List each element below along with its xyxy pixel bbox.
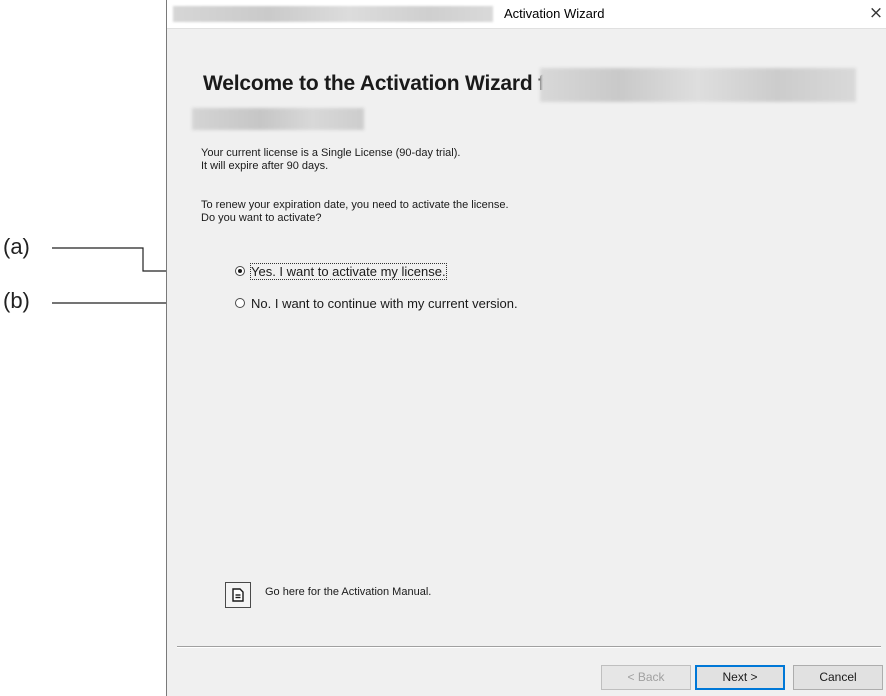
next-button[interactable]: Next > xyxy=(695,665,785,690)
close-icon[interactable]: × xyxy=(865,2,886,24)
renew-line-2: Do you want to activate? xyxy=(201,212,322,224)
option-activate-label[interactable]: Yes. I want to activate my license. xyxy=(250,262,447,280)
option-activate[interactable]: Yes. I want to activate my license. xyxy=(235,262,447,280)
back-button[interactable]: < Back xyxy=(601,665,691,690)
document-icon[interactable] xyxy=(225,582,251,608)
license-line-2: It will expire after 90 days. xyxy=(201,160,329,172)
radio-continue[interactable] xyxy=(235,298,245,308)
title-redacted xyxy=(173,6,493,22)
renew-line-1: To renew your expiration date, you need … xyxy=(201,199,509,211)
heading-product-redacted-2 xyxy=(192,108,364,130)
window-title: Activation Wizard xyxy=(504,6,605,21)
license-info: Your current license is a Single License… xyxy=(201,147,460,173)
license-line-1: Your current license is a Single License… xyxy=(201,147,461,159)
radio-activate[interactable] xyxy=(235,266,245,276)
heading-product-redacted xyxy=(540,68,856,102)
cancel-button[interactable]: Cancel xyxy=(793,665,883,690)
option-continue-label[interactable]: No. I want to continue with my current v… xyxy=(251,296,518,311)
option-continue[interactable]: No. I want to continue with my current v… xyxy=(235,295,518,311)
renew-info: To renew your expiration date, you need … xyxy=(201,199,509,225)
manual-link[interactable]: Go here for the Activation Manual. xyxy=(265,586,431,598)
activation-wizard-dialog: Activation Wizard × Welcome to the Activ… xyxy=(166,0,886,696)
title-bar[interactable]: Activation Wizard × xyxy=(167,0,886,29)
footer-separator xyxy=(177,646,881,648)
wizard-heading: Welcome to the Activation Wizard for xyxy=(203,72,566,95)
